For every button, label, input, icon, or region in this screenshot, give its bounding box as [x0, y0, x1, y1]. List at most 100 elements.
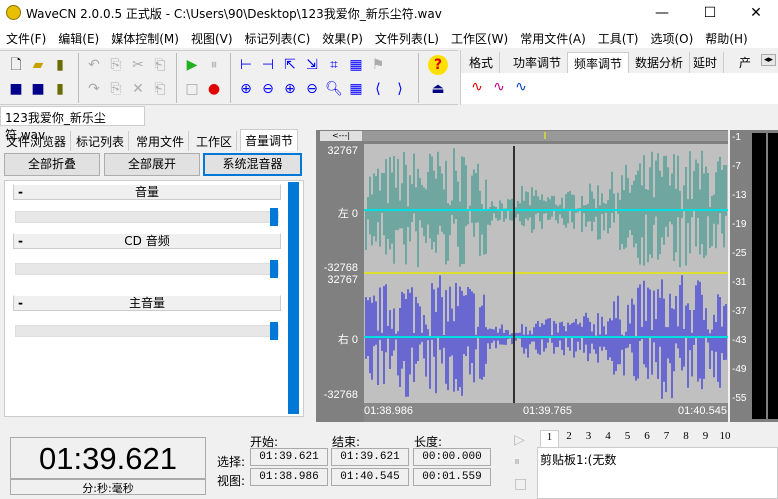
stop-icon[interactable]: □ — [182, 79, 202, 99]
menu-help[interactable]: 帮助(H) — [699, 26, 753, 48]
delete-icon[interactable]: ✕ — [128, 79, 148, 99]
record-icon[interactable]: ● — [204, 79, 224, 99]
tab-marker-list[interactable]: 标记列表 — [72, 131, 130, 151]
slider-thumb[interactable] — [270, 322, 278, 340]
select-end-icon[interactable]: ⊣ — [258, 55, 278, 75]
save-icon[interactable]: ■ — [6, 79, 26, 99]
open-folder-icon[interactable]: ▰ — [28, 55, 48, 75]
paste-icon[interactable]: ⎗ — [150, 55, 170, 75]
tab-analysis[interactable]: 数据分析 — [629, 52, 691, 73]
slider-thumb[interactable] — [270, 260, 278, 278]
paste-mix-icon[interactable]: ⎗ — [150, 79, 170, 99]
selection-start[interactable]: 01:39.621 — [250, 448, 328, 466]
menu-workspace[interactable]: 工作区(W) — [445, 26, 514, 48]
clipboard-tab-9[interactable]: 9 — [696, 430, 715, 447]
undo-icon[interactable]: ↶ — [84, 55, 104, 75]
close-button[interactable]: ✕ — [736, 2, 776, 24]
clipboard-tab-8[interactable]: 8 — [677, 430, 696, 447]
menu-effects[interactable]: 效果(P) — [316, 26, 369, 48]
select-left-icon[interactable]: ⇱ — [280, 55, 300, 75]
clipboard-tab-4[interactable]: 4 — [599, 430, 618, 447]
tab-power[interactable]: 功率调节 — [507, 52, 569, 73]
copy-icon[interactable]: ⎘ — [106, 55, 126, 75]
select-start-icon[interactable]: ⊢ — [236, 55, 256, 75]
select-right-icon[interactable]: ⇲ — [302, 55, 322, 75]
menu-favorites[interactable]: 常用文件(A) — [514, 26, 592, 48]
scroll-back-button[interactable]: <---| — [320, 131, 362, 141]
cd-audio-slider[interactable] — [15, 260, 279, 278]
clipboard-tab-7[interactable]: 7 — [657, 430, 676, 447]
help-icon[interactable]: ? — [428, 55, 448, 75]
menu-view[interactable]: 视图(V) — [185, 26, 239, 48]
eq-icon[interactable]: ∿ — [467, 77, 487, 97]
clipboard-tab-6[interactable]: 6 — [638, 430, 657, 447]
save-all-icon[interactable]: ▮ — [50, 79, 70, 99]
play-icon[interactable]: ▶ — [182, 55, 202, 75]
menu-options[interactable]: 选项(O) — [644, 26, 699, 48]
menu-file[interactable]: 文件(F) — [0, 26, 52, 48]
menu-filelist[interactable]: 文件列表(L) — [369, 26, 445, 48]
zoom-in-h-icon[interactable]: ⊕ — [236, 79, 256, 99]
view-length[interactable]: 00:01.559 — [413, 468, 491, 486]
master-volume-slider[interactable] — [15, 322, 279, 340]
file-tab[interactable]: 123我爱你_新乐尘符.wav — [0, 106, 145, 142]
menu-tools[interactable]: 工具(T) — [592, 26, 645, 48]
clipboard-tab-1[interactable]: 1 — [540, 430, 559, 447]
mixer-scrollbar[interactable] — [288, 182, 299, 414]
zoom-left-icon[interactable]: ⟨ — [368, 79, 388, 99]
tab-scroll-arrows[interactable]: ◂▸ — [761, 54, 777, 66]
menu-media[interactable]: 媒体控制(M) — [105, 26, 185, 48]
save-as-icon[interactable]: ■ — [28, 79, 48, 99]
mixer-header-cd[interactable]: - CD 音频 — [13, 233, 281, 249]
redo-icon[interactable]: ↷ — [84, 79, 104, 99]
waveform-view[interactable]: <---| 32767 左 0 -32768 32767 右 0 -32768 … — [316, 130, 728, 422]
view-start[interactable]: 01:38.986 — [250, 468, 328, 486]
volume-slider[interactable] — [15, 208, 279, 226]
mixer-header-volume[interactable]: - 音量 — [13, 184, 281, 200]
tab-more[interactable]: 产 — [733, 52, 757, 73]
zoom-in-v-icon[interactable]: ⊕ — [280, 79, 300, 99]
collapse-all-button[interactable]: 全部折叠 — [4, 153, 100, 176]
lowpass-icon[interactable]: ∿ — [489, 77, 509, 97]
tab-file-browser[interactable]: 文件浏览器 — [2, 131, 72, 151]
menu-markers[interactable]: 标记列表(C) — [239, 26, 317, 48]
marker-icon[interactable]: ⚑ — [368, 55, 388, 75]
clip-pause-icon[interactable]: ⏸ — [514, 454, 520, 469]
selection-length[interactable]: 00:00.000 — [413, 448, 491, 466]
tab-delay[interactable]: 延时 — [687, 52, 725, 73]
system-mixer-button[interactable]: 系统混音器 — [203, 153, 302, 176]
waveform-canvas[interactable] — [316, 130, 728, 422]
zoom-out-v-icon[interactable]: ⊖ — [302, 79, 322, 99]
zoom-right-icon[interactable]: ⟩ — [390, 79, 410, 99]
zoom-selection-icon[interactable]: 🔍︎ — [324, 79, 344, 99]
tab-workspace[interactable]: 工作区 — [192, 131, 238, 151]
clipboard-tab-10[interactable]: 10 — [716, 430, 735, 447]
collapse-icon[interactable]: - — [18, 234, 23, 248]
mixer-header-master[interactable]: - 主音量 — [13, 295, 281, 311]
clip-play-icon[interactable]: ▷ — [514, 432, 525, 448]
tab-volume[interactable]: 音量调节 — [240, 129, 299, 151]
new-file-icon[interactable]: 🗋 — [6, 55, 26, 75]
cut-icon[interactable]: ✂ — [128, 55, 148, 75]
clipboard-tab-3[interactable]: 3 — [579, 430, 598, 447]
slider-thumb[interactable] — [270, 208, 278, 226]
expand-all-button[interactable]: 全部展开 — [104, 153, 200, 176]
open-recent-icon[interactable]: ▮ — [50, 55, 70, 75]
collapse-icon[interactable]: - — [18, 296, 23, 310]
menu-edit[interactable]: 编辑(E) — [52, 26, 105, 48]
selection-end[interactable]: 01:39.621 — [331, 448, 409, 466]
pause-icon[interactable]: ⏸ — [204, 55, 224, 75]
minimize-button[interactable]: — — [642, 2, 682, 24]
copy-to-icon[interactable]: ⎘ — [106, 79, 126, 99]
clipboard-tab-5[interactable]: 5 — [618, 430, 637, 447]
view-end[interactable]: 01:40.545 — [331, 468, 409, 486]
tab-favorites[interactable]: 常用文件 — [132, 131, 190, 151]
highpass-icon[interactable]: ∿ — [511, 77, 531, 97]
clipboard-tab-2[interactable]: 2 — [560, 430, 579, 447]
clip-stop-icon[interactable]: □ — [514, 476, 527, 492]
collapse-icon[interactable]: - — [18, 185, 23, 199]
tab-frequency[interactable]: 频率调节 — [567, 52, 630, 73]
tab-format[interactable]: 格式 — [463, 52, 501, 73]
exit-icon[interactable]: ⏏ — [428, 79, 448, 99]
maximize-button[interactable]: ☐ — [690, 2, 730, 24]
